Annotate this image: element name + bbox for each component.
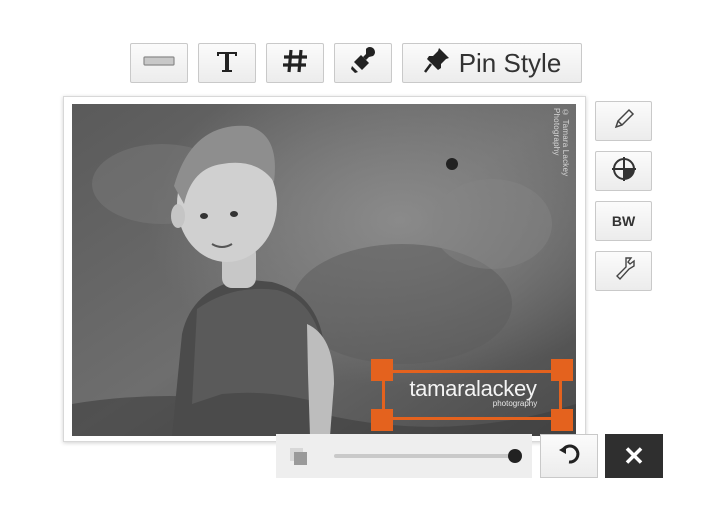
opacity-slider-track[interactable] [334,454,516,458]
resize-handle-bottom-left[interactable] [371,409,393,431]
edit-button[interactable] [595,101,652,141]
crop-circle-icon [610,155,638,188]
close-button[interactable]: ✕ [605,434,663,478]
hashtag-style-button[interactable] [266,43,324,83]
resize-handle-top-right[interactable] [551,359,573,381]
text-t-icon [215,48,239,79]
layers-icon [288,446,310,471]
pin-style-button[interactable]: Pin Style [402,43,582,83]
resize-handle-bottom-right[interactable] [551,409,573,431]
bw-filter-button[interactable]: BW [595,201,652,241]
opacity-slider-handle[interactable] [508,449,522,463]
text-style-button[interactable] [198,43,256,83]
separator-style-button[interactable] [130,43,188,83]
rotate-icon [557,442,581,471]
watermark-logo-subtext: photography [492,399,538,408]
pushpin-icon [423,46,451,81]
undo-button[interactable] [540,434,598,478]
photo-credit: © Tamara Lackey Photography [552,108,570,177]
tools-button[interactable] [595,251,652,291]
horizontal-rule-icon [142,54,176,73]
hash-icon [281,47,309,80]
resize-handle-top-left[interactable] [371,359,393,381]
wrench-icon [612,256,636,287]
stamp-style-button[interactable] [334,43,392,83]
pencil-icon [612,107,636,136]
bw-label: BW [611,213,636,229]
pin-style-label: Pin Style [458,47,562,78]
stamp-icon [348,46,378,81]
crop-shape-button[interactable] [595,151,652,191]
opacity-control [276,434,532,478]
